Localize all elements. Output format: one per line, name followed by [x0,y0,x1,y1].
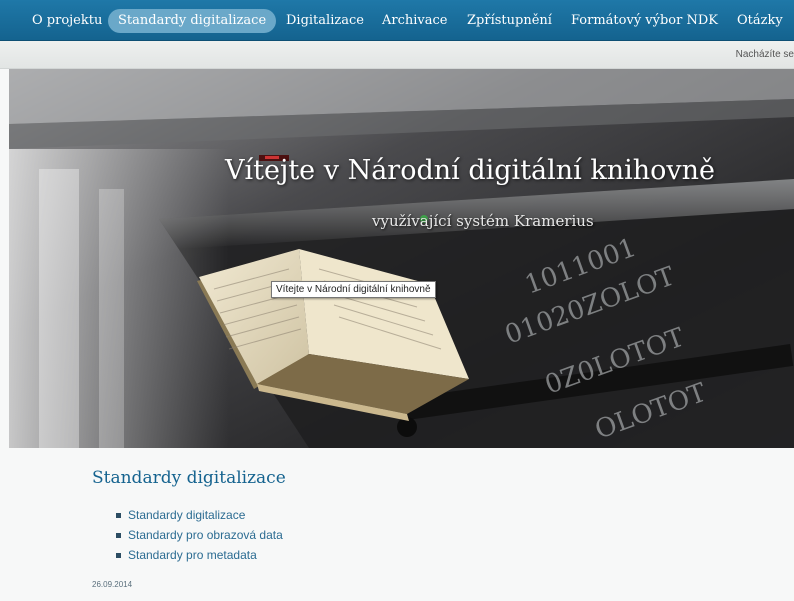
hero-subtitle: využívající systém Kramerius [372,212,594,230]
hero-tooltip: Vítejte v Národní digitální knihovně [271,281,436,298]
list-item: Standardy pro obrazová data [116,527,283,547]
list-item: Standardy digitalizace [116,507,283,527]
square-bullet-icon [116,553,121,558]
nav-item-o-projektu[interactable]: O projektu [32,9,102,33]
page-title: Standardy digitalizace [92,468,286,488]
nav-item-formatovy-vybor[interactable]: Formátový výbor NDK [571,9,718,33]
hero-background-image: 1011001 01020ZOLOT 0Z0LOTOT OLOTOT [9,69,794,448]
link-standardy-obrazova-data[interactable]: Standardy pro obrazová data [128,528,283,542]
link-standardy-metadata[interactable]: Standardy pro metadata [128,548,257,562]
nav-item-standardy-digitalizace[interactable]: Standardy digitalizace [108,9,277,33]
publish-date: 26.09.2014 [92,580,133,589]
hero-title: Vítejte v Národní digitální knihovně [225,155,716,186]
list-item: Standardy pro metadata [116,547,283,567]
breadcrumb: Nacházíte se [735,49,794,60]
breadcrumb-bar: Nacházíte se [0,41,794,69]
main-nav: O projektu Standardy digitalizace Digita… [0,0,794,41]
nav-item-digitalizace[interactable]: Digitalizace [286,9,364,33]
link-standardy-digitalizace[interactable]: Standardy digitalizace [128,508,245,522]
standards-link-list: Standardy digitalizace Standardy pro obr… [116,507,283,567]
nav-item-zpristupneni[interactable]: Zpřístupnění [467,9,552,33]
square-bullet-icon [116,513,121,518]
square-bullet-icon [116,533,121,538]
hero-banner: 1011001 01020ZOLOT 0Z0LOTOT OLOTOT Vítej… [9,69,794,448]
nav-item-otazky[interactable]: Otázky [737,9,783,33]
page: O projektu Standardy digitalizace Digita… [0,0,794,601]
nav-item-archivace[interactable]: Archivace [382,9,447,33]
